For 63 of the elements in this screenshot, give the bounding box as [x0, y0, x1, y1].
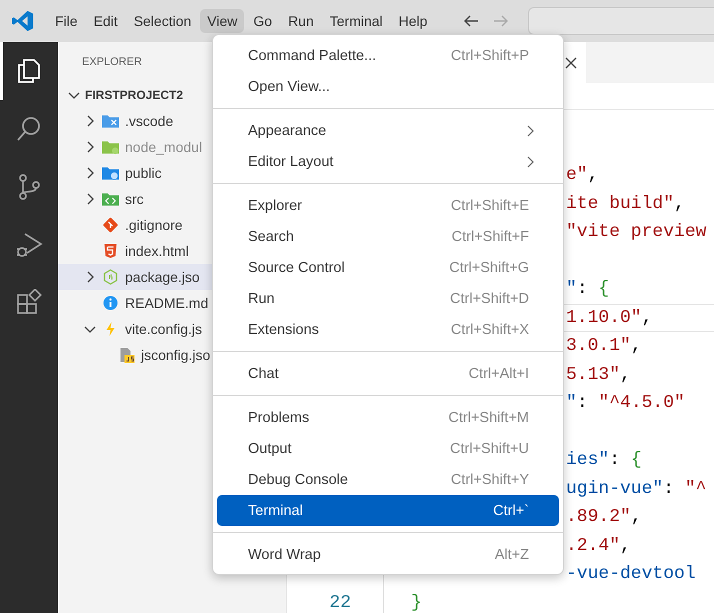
command-center-field[interactable] — [528, 7, 714, 35]
code-line: ": "^4.5.0" — [566, 393, 685, 414]
close-icon[interactable] — [564, 56, 578, 70]
menu-item[interactable]: Chat Ctrl+Alt+I — [217, 358, 559, 389]
files-icon[interactable] — [15, 57, 43, 85]
panel-title: EXPLORER — [82, 56, 142, 68]
menu-bar-item[interactable]: Help — [392, 9, 434, 33]
folder-icon — [102, 139, 119, 155]
run-debug-icon[interactable] — [15, 231, 43, 259]
menu-item[interactable]: Run Ctrl+Shift+D — [217, 283, 559, 314]
menu-item[interactable]: Debug Console Ctrl+Shift+Y — [217, 464, 559, 495]
code-line: } — [411, 592, 422, 613]
menu-item[interactable]: Output Ctrl+Shift+U — [217, 433, 559, 464]
hexagon-icon — [102, 269, 119, 285]
menu-item[interactable]: Command Palette... Ctrl+Shift+P — [217, 40, 559, 71]
code-line: e", — [566, 165, 598, 186]
file-name[interactable]: .gitignore — [125, 217, 183, 233]
menu-bar-item[interactable]: Terminal — [322, 9, 390, 33]
menu-item[interactable]: Source Control Ctrl+Shift+G — [217, 252, 559, 283]
menu-item[interactable]: Appearance — [217, 115, 559, 146]
app-logo-icon — [12, 10, 34, 32]
file-name[interactable]: index.html — [125, 243, 189, 259]
code-line: ugin-vue": "^ — [566, 478, 706, 499]
project-name[interactable]: FIRSTPROJECT2 — [85, 88, 184, 102]
code-line: ": { — [566, 279, 610, 300]
file-name[interactable]: src — [125, 191, 144, 207]
js-file-icon — [118, 347, 135, 363]
globe-folder-icon — [102, 165, 119, 181]
file-name[interactable]: vite.config.js — [125, 321, 202, 337]
file-name[interactable]: jsconfig.jso — [141, 347, 210, 363]
file-name[interactable]: public — [125, 165, 162, 181]
code-folder-icon — [102, 191, 119, 207]
line-number: 22 — [328, 592, 351, 613]
code-line: -vue-devtool — [566, 564, 696, 584]
menu-bar-item[interactable]: Selection — [126, 9, 198, 33]
search-icon[interactable] — [15, 115, 43, 143]
menu-item[interactable]: Terminal Ctrl+` — [217, 495, 559, 526]
file-name[interactable]: README.md — [125, 295, 208, 311]
code-line: "vite preview — [566, 222, 706, 242]
menu-item[interactable]: Search Ctrl+Shift+F — [217, 221, 559, 252]
menu-item[interactable]: Explorer Ctrl+Shift+E — [217, 190, 559, 221]
code-line: 3.0.1", — [566, 336, 642, 356]
html-icon — [102, 243, 119, 259]
menu-item[interactable]: Problems Ctrl+Shift+M — [217, 402, 559, 433]
menu-bar-item[interactable]: View — [200, 9, 244, 33]
file-name[interactable]: .vscode — [125, 113, 174, 129]
code-line: 1.10.0", — [566, 308, 652, 328]
menu-bar-item[interactable]: Run — [281, 9, 321, 33]
code-line: ite build", — [566, 194, 685, 214]
extensions-icon[interactable] — [15, 289, 43, 317]
code-line: .89.2", — [566, 507, 642, 528]
info-icon — [102, 295, 119, 311]
menu-bar-item[interactable]: Edit — [86, 9, 125, 33]
menu-bar-item[interactable]: Go — [246, 9, 280, 33]
menu-item[interactable]: Extensions Ctrl+Shift+X — [217, 314, 559, 345]
code-line: .2.4", — [566, 536, 631, 556]
menu-item[interactable]: Open View... — [217, 71, 559, 102]
code-line: 5.13", — [566, 364, 631, 385]
folder-icon — [102, 113, 119, 129]
code-line: ies": { — [566, 450, 642, 470]
menu-item[interactable]: Editor Layout — [217, 146, 559, 177]
menu-item[interactable]: Word Wrap Alt+Z — [217, 539, 559, 570]
menu-bar-item[interactable]: File — [48, 9, 85, 33]
